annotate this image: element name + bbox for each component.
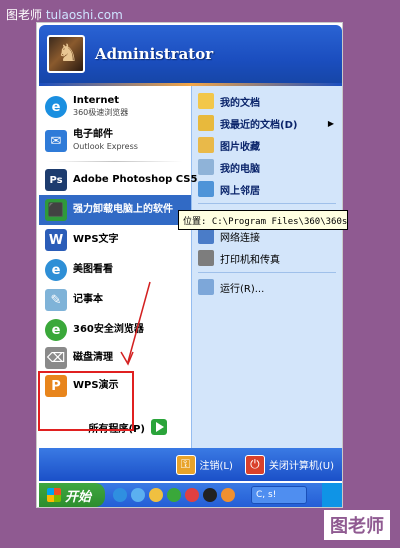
messenger-icon[interactable] bbox=[149, 488, 163, 502]
location-tooltip: 位置: C:\Program Files\360\360saf bbox=[178, 210, 348, 230]
taskbar: 开始 C, s! bbox=[39, 483, 342, 507]
pinned-item-title: Internet bbox=[73, 95, 120, 106]
my-pictures-icon bbox=[198, 137, 214, 153]
system-label: 打印机和传真 bbox=[220, 254, 280, 266]
place-network[interactable]: 网上邻居 bbox=[192, 178, 342, 200]
recent-item-label: 强力卸载电脑上的软件 bbox=[73, 204, 173, 215]
qq-icon[interactable] bbox=[203, 488, 217, 502]
screenshot-frame: Administrator e Internet 360极速浏览器 ✉ 电子邮件… bbox=[36, 22, 343, 508]
system-separator bbox=[198, 272, 336, 273]
place-my-documents[interactable]: 我的文档 bbox=[192, 90, 342, 112]
recent-item-photoshop[interactable]: Ps Adobe Photoshop CS5 bbox=[39, 165, 197, 195]
network-places-icon bbox=[198, 181, 214, 197]
windows-logo-icon bbox=[47, 488, 61, 502]
meitu-icon: e bbox=[45, 259, 67, 281]
pinned-separator bbox=[47, 161, 183, 162]
quick-launch-bar bbox=[113, 488, 239, 502]
start-button[interactable]: 开始 bbox=[39, 483, 105, 507]
site-watermark: 图老师 tulaoshi.com bbox=[6, 6, 123, 23]
place-recent-documents[interactable]: 我最近的文档(D) ▶ bbox=[192, 112, 342, 134]
recent-item-label: WPS文字 bbox=[73, 234, 119, 245]
run-icon bbox=[198, 279, 214, 295]
logoff-button[interactable]: ⚿ 注销(L) bbox=[175, 454, 233, 475]
system-label: 网络连接 bbox=[220, 232, 260, 244]
recent-item-label: Adobe Photoshop CS5 bbox=[73, 174, 198, 185]
start-menu-footer: ⚿ 注销(L) ⏻ 关闭计算机(U) bbox=[39, 448, 342, 481]
wps-writer-icon: W bbox=[45, 229, 67, 251]
360-icon[interactable] bbox=[167, 488, 181, 502]
arrow-right-icon bbox=[151, 419, 167, 435]
my-computer-icon bbox=[198, 159, 214, 175]
desktop-icon[interactable] bbox=[131, 488, 145, 502]
network-connections-icon bbox=[198, 228, 214, 244]
antivirus-icon[interactable] bbox=[185, 488, 199, 502]
place-label: 我最近的文档(D) bbox=[220, 119, 298, 131]
system-printers[interactable]: 打印机和传真 bbox=[192, 247, 342, 269]
key-icon: ⚿ bbox=[175, 454, 196, 475]
watermark-url: tulaoshi.com bbox=[45, 8, 123, 22]
shutdown-label: 关闭计算机(U) bbox=[268, 461, 334, 472]
submenu-arrow-icon: ▶ bbox=[327, 118, 334, 128]
recent-item-360-browser[interactable]: e 360安全浏览器 bbox=[39, 315, 191, 345]
place-label: 我的电脑 bbox=[220, 163, 260, 175]
user-avatar[interactable] bbox=[47, 35, 85, 73]
taskbar-window-button[interactable]: C, s! bbox=[251, 486, 307, 504]
places-column: 我的文档 我最近的文档(D) ▶ 图片收藏 我的电脑 网上邻居 网络连接 打印机… bbox=[191, 86, 342, 448]
recent-item-label: 360安全浏览器 bbox=[73, 324, 144, 335]
recent-item-uninstall[interactable]: ⬛ 强力卸载电脑上的软件 bbox=[39, 195, 191, 225]
logoff-label: 注销(L) bbox=[199, 461, 233, 472]
chat-icon[interactable] bbox=[221, 488, 235, 502]
recent-item-disk-cleanup[interactable]: ⌫ 磁盘清理 bbox=[39, 345, 191, 371]
recent-item-wps-writer[interactable]: W WPS文字 bbox=[39, 225, 191, 255]
outlook-express-icon: ✉ bbox=[45, 130, 67, 152]
start-label: 开始 bbox=[65, 489, 92, 505]
highlight-box bbox=[38, 371, 134, 431]
recent-item-label: 记事本 bbox=[73, 294, 103, 305]
recent-documents-icon bbox=[198, 115, 214, 131]
shutdown-button[interactable]: ⏻ 关闭计算机(U) bbox=[244, 454, 334, 475]
pinned-item-email[interactable]: ✉ 电子邮件 Outlook Express bbox=[39, 124, 191, 158]
start-menu-header: Administrator bbox=[39, 25, 342, 83]
place-label: 网上邻居 bbox=[220, 185, 260, 197]
user-name: Administrator bbox=[95, 45, 214, 63]
ie-icon[interactable] bbox=[113, 488, 127, 502]
place-label: 图片收藏 bbox=[220, 141, 260, 153]
notepad-icon: ✎ bbox=[45, 289, 67, 311]
taskbar-window-label: C, s! bbox=[256, 490, 277, 500]
pinned-item-subtitle: Outlook Express bbox=[73, 142, 138, 151]
360-secure-browser-icon: e bbox=[45, 319, 67, 341]
recent-item-label: 磁盘清理 bbox=[73, 352, 113, 363]
places-separator bbox=[198, 203, 336, 204]
disk-cleanup-icon: ⌫ bbox=[45, 347, 67, 369]
place-my-computer[interactable]: 我的电脑 bbox=[192, 156, 342, 178]
system-tray bbox=[322, 483, 342, 507]
pinned-item-title: 电子邮件 bbox=[73, 129, 113, 140]
my-documents-icon bbox=[198, 93, 214, 109]
pinned-item-internet[interactable]: e Internet 360极速浏览器 bbox=[39, 90, 191, 124]
recent-item-meitu[interactable]: e 美图看看 bbox=[39, 255, 191, 285]
run-command[interactable]: 运行(R)... bbox=[192, 276, 342, 298]
recent-item-label: 美图看看 bbox=[73, 264, 113, 275]
watermark-site-name: 图老师 bbox=[6, 8, 43, 22]
place-my-pictures[interactable]: 图片收藏 bbox=[192, 134, 342, 156]
uninstall-icon: ⬛ bbox=[45, 199, 67, 221]
recent-item-notepad[interactable]: ✎ 记事本 bbox=[39, 285, 191, 315]
watermark-logo: 图老师 bbox=[324, 510, 390, 540]
place-label: 我的文档 bbox=[220, 97, 260, 109]
360-browser-icon: e bbox=[45, 96, 67, 118]
photoshop-icon: Ps bbox=[45, 169, 67, 191]
power-icon: ⏻ bbox=[244, 454, 265, 475]
printers-icon bbox=[198, 250, 214, 266]
run-label: 运行(R)... bbox=[220, 283, 265, 295]
pinned-item-subtitle: 360极速浏览器 bbox=[73, 108, 129, 117]
